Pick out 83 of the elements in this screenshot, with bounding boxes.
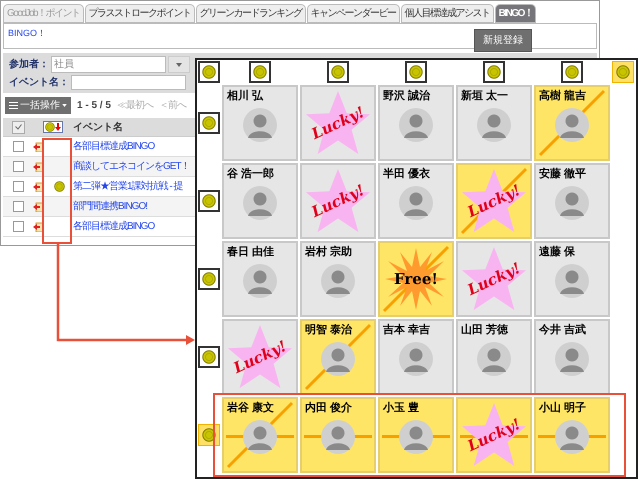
coin-icon [331, 65, 345, 79]
person-name: 岩村 宗助 [304, 244, 354, 259]
person-name: 明智 泰治 [304, 322, 354, 337]
avatar-silhouette [242, 107, 278, 143]
select-all-button[interactable] [12, 120, 24, 134]
person-name: 遠藤 保 [538, 244, 576, 259]
register-button[interactable]: 新規登録 [474, 29, 532, 52]
row-checkbox[interactable] [12, 181, 24, 192]
coin-icon [202, 272, 216, 286]
person-name: 春日 由佳 [226, 244, 276, 259]
check-icon [14, 124, 22, 130]
free-burst: Free! [384, 247, 448, 311]
caret-icon [176, 62, 182, 66]
participant-field[interactable]: 社員 [51, 56, 166, 73]
coin-icon [54, 181, 64, 192]
avatar-silhouette [554, 185, 590, 221]
person-name: 半田 優衣 [382, 166, 432, 181]
event-link[interactable]: 第二弾★営業1課対抗戦 - 提 [73, 179, 182, 194]
avatar-silhouette [398, 107, 434, 143]
person-name: 今井 吉武 [538, 322, 588, 337]
row-checkbox[interactable] [12, 141, 24, 152]
event-link[interactable]: 各部目標達成BINGO [73, 219, 154, 234]
avatar-silhouette [398, 419, 434, 455]
avatar-silhouette [476, 341, 512, 377]
avatar-silhouette [554, 419, 590, 455]
avatar-silhouette [398, 185, 434, 221]
person-name: 岩谷 康文 [226, 400, 276, 415]
coin-icon [253, 65, 267, 79]
coin-icon [565, 65, 579, 79]
tab[interactable]: BINGO！ [494, 4, 536, 23]
row-checkbox[interactable] [12, 201, 24, 212]
list-icon [9, 102, 18, 109]
event-link[interactable]: 部門間連携BINGO! [73, 199, 148, 214]
event-label: イベント名： [9, 76, 69, 90]
tab[interactable]: プラスストロークポイント [84, 4, 195, 23]
page-range: 1 - 5 / 5 [77, 99, 111, 113]
avatar-silhouette [242, 419, 278, 455]
person-name: 相川 弘 [226, 88, 264, 103]
event-link[interactable]: 商談してエネコインをGET！ [73, 159, 190, 174]
tab[interactable]: グリーンカードランキング [196, 4, 306, 23]
person-name: 内田 俊介 [304, 400, 354, 415]
person-name: 野沢 誠治 [382, 88, 432, 103]
row-checkbox[interactable] [12, 221, 24, 232]
avatar-silhouette [476, 107, 512, 143]
coin-icon [202, 116, 216, 130]
event-link[interactable]: 各部目標達成BINGO [73, 139, 154, 154]
page-title: BINGO！ [8, 27, 46, 40]
avatar-silhouette [554, 341, 590, 377]
person-name: 谷 浩一郎 [226, 166, 276, 181]
event-field[interactable] [71, 75, 186, 90]
avatar-silhouette [242, 263, 278, 299]
person-name: 高樹 龍吉 [538, 88, 588, 103]
tab[interactable]: 個人目標達成アシスト [400, 4, 494, 23]
person-name: 吉本 幸吉 [382, 322, 432, 337]
coin-icon [202, 65, 216, 79]
avatar-silhouette [398, 341, 434, 377]
down-arrow-icon [55, 123, 61, 131]
coin-icon [616, 65, 630, 79]
person-name: 安藤 徹平 [538, 166, 588, 181]
coin-icon [409, 65, 423, 79]
tab[interactable]: キャンペーンダービー [306, 4, 400, 23]
avatar-silhouette [554, 263, 590, 299]
coin-icon [45, 122, 55, 132]
caret-icon [62, 104, 67, 107]
coin-icon [202, 194, 216, 208]
coin-icon [487, 65, 501, 79]
person-name: 新垣 太一 [460, 88, 510, 103]
avatar-silhouette [554, 107, 590, 143]
avatar-silhouette [320, 419, 356, 455]
avatar-silhouette [320, 263, 356, 299]
coin-icon [202, 350, 216, 364]
participant-label: 参加者： [9, 58, 49, 72]
avatar-silhouette [320, 341, 356, 377]
person-name: 山田 芳徳 [460, 322, 510, 337]
coin-icon [202, 428, 216, 442]
row-checkbox[interactable] [12, 161, 24, 172]
coin-sort-button[interactable] [43, 121, 63, 133]
bulk-action-button[interactable]: 一括操作 [5, 97, 71, 114]
dropdown-button[interactable] [168, 56, 190, 73]
avatar-silhouette [242, 185, 278, 221]
person-name: 小玉 豊 [382, 400, 420, 415]
column-header: イベント名 [73, 120, 123, 134]
person-name: 小山 明子 [538, 400, 588, 415]
